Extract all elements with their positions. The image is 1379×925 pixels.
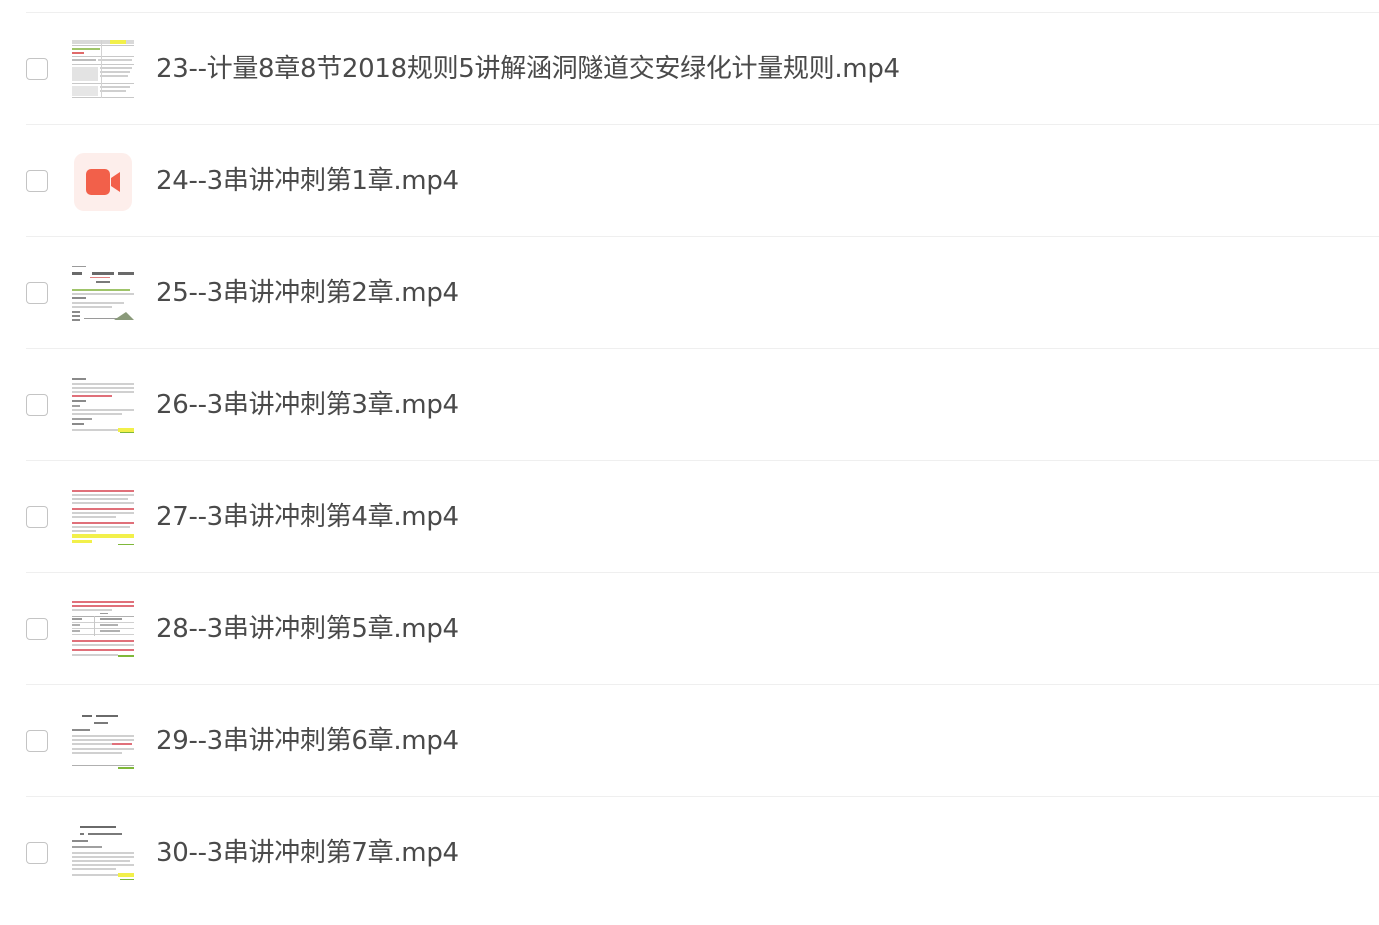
select-checkbox[interactable]	[26, 618, 48, 640]
list-item[interactable]: 29--3串讲冲刺第6章.mp4	[26, 685, 1379, 797]
file-name[interactable]: 30--3串讲冲刺第7章.mp4	[156, 835, 459, 871]
list-item[interactable]: 26--3串讲冲刺第3章.mp4	[26, 349, 1379, 461]
file-thumbnail[interactable]	[70, 710, 136, 772]
list-item[interactable]: 27--3串讲冲刺第4章.mp4	[26, 461, 1379, 573]
video-file-icon[interactable]	[74, 153, 132, 211]
list-item[interactable]: 24--3串讲冲刺第1章.mp4	[26, 125, 1379, 237]
file-name[interactable]: 28--3串讲冲刺第5章.mp4	[156, 611, 459, 647]
list-item[interactable]: 23--计量8章8节2018规则5讲解涵洞隧道交安绿化计量规则.mp4	[26, 13, 1379, 125]
file-thumbnail[interactable]	[70, 374, 136, 436]
file-thumbnail[interactable]	[70, 262, 136, 324]
select-checkbox[interactable]	[26, 730, 48, 752]
select-checkbox[interactable]	[26, 282, 48, 304]
file-name[interactable]: 24--3串讲冲刺第1章.mp4	[156, 163, 459, 199]
file-thumbnail[interactable]	[70, 38, 136, 100]
list-item[interactable]: 30--3串讲冲刺第7章.mp4	[26, 797, 1379, 909]
file-name[interactable]: 23--计量8章8节2018规则5讲解涵洞隧道交安绿化计量规则.mp4	[156, 51, 900, 87]
file-thumbnail[interactable]	[70, 598, 136, 660]
file-name[interactable]: 27--3串讲冲刺第4章.mp4	[156, 499, 459, 535]
list-item[interactable]: 28--3串讲冲刺第5章.mp4	[26, 573, 1379, 685]
file-thumbnail[interactable]	[70, 486, 136, 548]
file-list: 23--计量8章8节2018规则5讲解涵洞隧道交安绿化计量规则.mp4 24--…	[0, 0, 1379, 925]
file-thumbnail[interactable]	[70, 822, 136, 884]
select-checkbox[interactable]	[26, 842, 48, 864]
list-item[interactable]: 25--3串讲冲刺第2章.mp4	[26, 237, 1379, 349]
select-checkbox[interactable]	[26, 170, 48, 192]
select-checkbox[interactable]	[26, 506, 48, 528]
select-checkbox[interactable]	[26, 58, 48, 80]
select-checkbox[interactable]	[26, 394, 48, 416]
file-name[interactable]: 25--3串讲冲刺第2章.mp4	[156, 275, 459, 311]
file-name[interactable]: 26--3串讲冲刺第3章.mp4	[156, 387, 459, 423]
file-name[interactable]: 29--3串讲冲刺第6章.mp4	[156, 723, 459, 759]
